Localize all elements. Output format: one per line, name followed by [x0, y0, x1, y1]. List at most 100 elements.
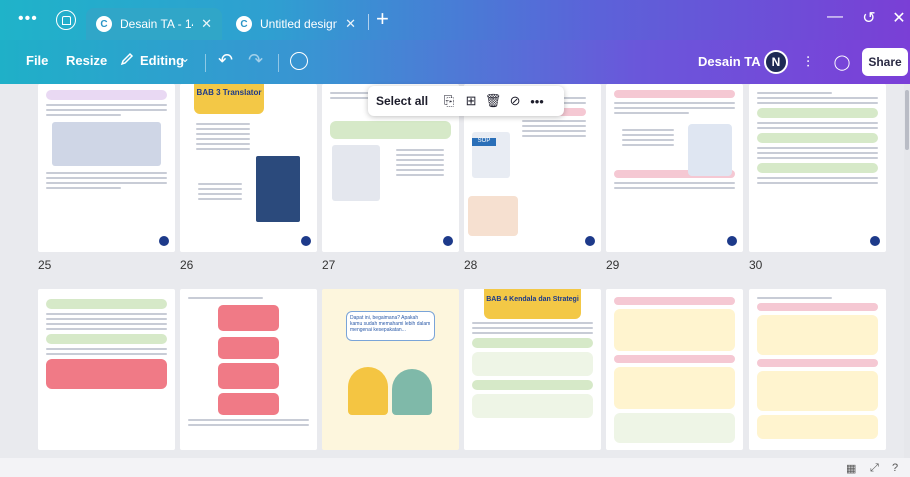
text-line: [46, 353, 167, 355]
text-line: [614, 107, 735, 109]
section-heading: [472, 380, 593, 390]
content-box: [472, 394, 593, 418]
text-line: [622, 139, 674, 141]
section-heading: [614, 90, 735, 98]
text-line: [46, 177, 167, 179]
page-thumbnail-26[interactable]: BAB 3 Translator: [180, 84, 317, 252]
page-heading-block: [46, 90, 167, 100]
home-icon[interactable]: [56, 10, 76, 30]
more-menu-icon[interactable]: •••: [18, 11, 38, 27]
content-box: [757, 415, 878, 439]
text-line: [46, 109, 167, 111]
text-line: [46, 318, 167, 320]
text-line: [757, 157, 878, 159]
page-thumbnail-33[interactable]: Dapat ini, begaimana? Apakah kamu sudah …: [322, 289, 459, 450]
page-thumbnail-25[interactable]: [38, 84, 175, 252]
content-box: [614, 367, 735, 409]
highlight-box: [46, 359, 167, 389]
tab-desain-ta[interactable]: C Desain TA - 1480 ×... ✕: [86, 8, 222, 40]
select-all-button[interactable]: Select all: [376, 94, 428, 108]
editor-menubar: File Resize Editing ⌄ ↶ ↷ Desain TA N ⫶ …: [0, 40, 910, 84]
doctor-illustration: [688, 124, 732, 176]
share-button[interactable]: Share: [862, 48, 908, 76]
text-line: [614, 102, 735, 104]
page-thumbnail-34[interactable]: BAB 4 Kendala dan Strategi: [464, 289, 601, 450]
text-line: [196, 143, 250, 145]
page-number: 26: [180, 258, 194, 272]
flow-step: [218, 363, 279, 389]
resize-menu[interactable]: Resize: [66, 53, 107, 68]
close-icon[interactable]: ✕: [345, 16, 356, 32]
worker-illustration: [348, 367, 388, 415]
avatar-initial: N: [771, 55, 781, 69]
undo-icon[interactable]: ↶: [218, 50, 233, 71]
close-icon[interactable]: ✕: [201, 16, 212, 32]
content-box: [472, 352, 593, 376]
forklift-image: [332, 145, 380, 201]
analytics-icon[interactable]: ⫶: [794, 48, 822, 76]
duplicate-icon[interactable]: ⎘: [438, 93, 460, 109]
text-line: [396, 164, 444, 166]
text-line: [188, 419, 309, 421]
comment-icon[interactable]: ◯: [828, 48, 856, 76]
student-illustration: [392, 369, 432, 415]
restore-icon[interactable]: ↺: [852, 8, 886, 28]
section-heading: [614, 355, 735, 363]
canva-logo-icon: C: [236, 16, 252, 32]
canva-logo-icon: C: [96, 16, 112, 32]
divider: [205, 54, 206, 72]
text-line: [396, 169, 444, 171]
trash-icon[interactable]: 🗑: [482, 93, 504, 109]
hide-icon[interactable]: ⊘: [504, 93, 526, 109]
help-icon[interactable]: ?: [892, 462, 898, 474]
more-icon[interactable]: •••: [526, 94, 548, 109]
minimize-icon[interactable]: —: [818, 8, 852, 26]
text-line: [757, 152, 878, 154]
page-badge-icon: [443, 236, 453, 246]
bottom-toolbar: [0, 458, 910, 477]
tab-untitled-design[interactable]: C Untitled design - 1... ✕: [226, 8, 366, 40]
page-badge-icon: [301, 236, 311, 246]
page-badge-icon: [585, 236, 595, 246]
redo-icon[interactable]: ↷: [248, 50, 263, 71]
text-line: [757, 122, 878, 124]
section-heading: [614, 297, 735, 305]
text-line: [396, 154, 444, 156]
page-number: 28: [464, 258, 478, 272]
file-menu[interactable]: File: [26, 53, 48, 68]
page-thumbnail-35[interactable]: [606, 289, 743, 450]
avatar[interactable]: N: [764, 50, 788, 74]
fullscreen-icon[interactable]: ⤢: [870, 462, 879, 475]
text-line: [757, 147, 878, 149]
window-close-icon[interactable]: ✕: [882, 8, 910, 28]
scrollbar-thumb[interactable]: [905, 90, 909, 150]
page-thumbnail-31[interactable]: [38, 289, 175, 450]
design-title[interactable]: Desain TA: [698, 54, 761, 69]
page-number: 30: [749, 258, 763, 272]
page-thumbnail-30[interactable]: [749, 84, 886, 252]
content-box: [614, 413, 735, 443]
text-line: [198, 188, 242, 190]
page-thumbnail-29[interactable]: [606, 84, 743, 252]
chevron-down-icon[interactable]: ⌄: [180, 51, 190, 65]
text-line: [622, 144, 674, 146]
page-thumbnail-32[interactable]: [180, 289, 317, 450]
new-tab-icon[interactable]: +: [376, 8, 389, 30]
page-thumbnail-36[interactable]: [749, 289, 886, 450]
add-page-icon[interactable]: ⊞: [460, 93, 482, 109]
flow-step: [218, 305, 279, 331]
content-box: [614, 309, 735, 351]
text-line: [196, 123, 250, 125]
text-line: [757, 297, 833, 299]
text-line: [46, 104, 167, 106]
grid-view-icon[interactable]: ▦: [846, 462, 856, 475]
section-heading: [46, 334, 167, 344]
text-line: [396, 149, 444, 151]
text-line: [196, 148, 250, 150]
text-line: [46, 348, 167, 350]
text-line: [46, 323, 167, 325]
cloud-save-icon[interactable]: [290, 52, 308, 70]
editing-mode-dropdown[interactable]: Editing: [140, 53, 184, 68]
page-number: 29: [606, 258, 620, 272]
text-line: [472, 322, 593, 324]
